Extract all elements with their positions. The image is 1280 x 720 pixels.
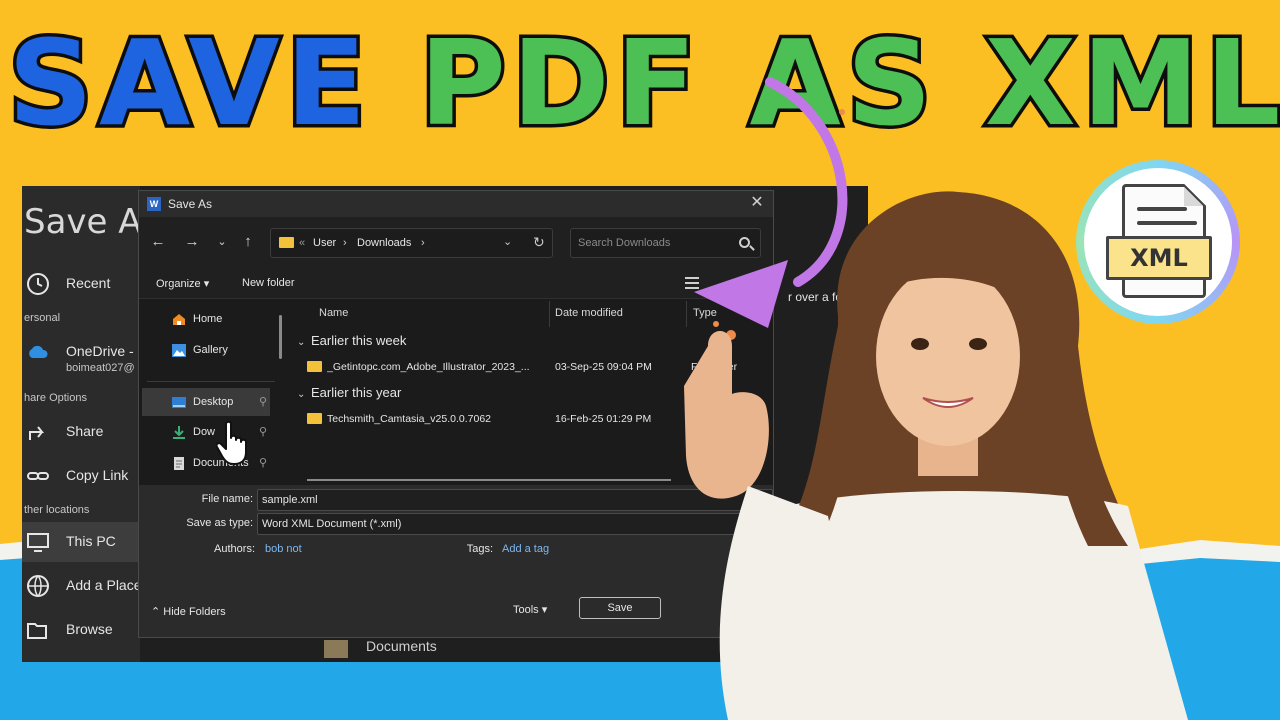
authors-value[interactable]: bob not: [265, 543, 302, 555]
add-tag-link[interactable]: Add a tag: [502, 543, 549, 555]
forward-arrow-icon[interactable]: →: [181, 231, 203, 253]
backstage-section-other: ther locations: [24, 504, 90, 516]
folder-icon: [307, 361, 322, 372]
breadcrumb-overflow[interactable]: «: [299, 237, 305, 249]
hide-folders-toggle[interactable]: ⌃ Hide Folders: [151, 605, 226, 618]
folder-icon: [307, 413, 322, 424]
backstage-browse[interactable]: Browse: [22, 610, 140, 650]
home-icon: [173, 314, 185, 325]
nav-item-desktop-label: Desktop: [193, 396, 234, 408]
cloud-icon: [29, 345, 48, 358]
nav-scrollbar[interactable]: [279, 315, 282, 359]
backstage-add-place[interactable]: Add a Place: [22, 566, 142, 606]
backstage-onedrive-label: OneDrive -: [66, 343, 134, 359]
backstage-section-share: hare Options: [24, 392, 87, 404]
chevron-right-icon: ›: [343, 237, 347, 249]
computer-icon: [27, 533, 49, 552]
gallery-icon: [172, 344, 186, 357]
group-header[interactable]: ⌄ Earlier this week: [297, 333, 406, 348]
file-name-label: File name:: [201, 493, 253, 505]
tools-menu[interactable]: Tools ▾: [513, 603, 547, 616]
backstage-browse-label: Browse: [66, 621, 113, 637]
word-app-icon: W: [147, 197, 161, 211]
tools-label: Tools: [513, 604, 539, 616]
nav-item-home-label: Home: [193, 313, 223, 325]
folder-icon: [279, 237, 294, 248]
save-as-type-label: Save as type:: [186, 517, 253, 529]
pin-icon[interactable]: ⚲: [259, 395, 267, 408]
download-icon: [173, 426, 185, 439]
save-button[interactable]: Save: [579, 597, 661, 619]
chevron-right-icon: ›: [421, 237, 425, 249]
backstage-copy-link[interactable]: Copy Link: [22, 456, 140, 496]
backstage-share[interactable]: Share: [22, 412, 140, 452]
group-label: Earlier this week: [311, 333, 407, 348]
globe-icon: [27, 575, 49, 598]
nav-item-home[interactable]: Home: [142, 305, 270, 333]
backstage-share-label: Share: [66, 423, 104, 439]
horizontal-scrollbar[interactable]: [307, 479, 671, 481]
backstage-documents-label[interactable]: Documents: [366, 638, 437, 654]
file-date: 03-Sep-25 09:04 PM: [555, 361, 652, 373]
group-header[interactable]: ⌄ Earlier this year: [297, 385, 401, 400]
backstage-section-personal: ersonal: [24, 312, 61, 324]
share-icon: [29, 426, 45, 440]
nav-separator: [147, 381, 275, 382]
nav-item-gallery-label: Gallery: [193, 344, 228, 356]
headline: SAVE PDF AS XML: [4, 8, 1280, 158]
clock-icon: [27, 273, 49, 295]
up-arrow-icon[interactable]: ↑: [237, 231, 259, 253]
file-name: _Getintopc.com_Adobe_Illustrator_2023_..…: [327, 361, 530, 373]
documents-folder-icon: [324, 640, 348, 658]
dialog-title: Save As: [168, 197, 213, 211]
breadcrumb-user[interactable]: User: [313, 237, 336, 249]
headline-word-save: SAVE: [4, 11, 373, 156]
breadcrumb-downloads[interactable]: Downloads: [357, 237, 411, 249]
hide-folders-label: Hide Folders: [163, 606, 226, 618]
chevron-down-icon: ⌄: [297, 337, 306, 348]
refresh-icon[interactable]: ↻: [533, 234, 545, 251]
nav-item-desktop[interactable]: Desktop ⚲: [142, 388, 270, 416]
chevron-down-icon: ⌄: [297, 389, 306, 400]
column-separator[interactable]: [549, 301, 550, 327]
recent-locations-chevron-icon[interactable]: ⌄: [211, 231, 233, 253]
nav-item-gallery[interactable]: Gallery: [142, 336, 270, 364]
desktop-icon: [172, 397, 186, 408]
organize-menu[interactable]: Organize ▾: [156, 277, 209, 290]
file-name: Techsmith_Camtasia_v25.0.0.7062: [327, 413, 492, 425]
backstage-copy-link-label: Copy Link: [66, 467, 129, 483]
link-icon: [27, 472, 49, 480]
file-date: 16-Feb-25 01:29 PM: [555, 413, 652, 425]
address-bar[interactable]: « User › Downloads › ⌄ ↻: [270, 228, 553, 258]
dropdown-arrow-icon: ▾: [538, 604, 548, 616]
column-header-name[interactable]: Name: [319, 307, 348, 319]
backstage-recent[interactable]: Recent: [22, 264, 140, 304]
backstage-this-pc[interactable]: This PC: [22, 522, 140, 562]
hand-cursor-icon: [216, 420, 247, 465]
backstage-add-place-label: Add a Place: [66, 577, 142, 593]
address-dropdown-icon[interactable]: ⌄: [503, 235, 512, 248]
navigation-pane: Home Gallery Desktop ⚲ Dow ⚲ Documents ⚲: [139, 299, 289, 485]
presenter-thumbs-up-image: [684, 191, 1188, 720]
pin-icon[interactable]: ⚲: [259, 425, 267, 438]
backstage-this-pc-label: This PC: [66, 533, 116, 549]
group-label: Earlier this year: [311, 385, 402, 400]
backstage-recent-label: Recent: [66, 275, 111, 291]
backstage-onedrive-account: boimeat027@: [66, 362, 135, 374]
chevron-up-icon: ⌃: [151, 606, 164, 618]
column-header-date[interactable]: Date modified: [555, 307, 623, 319]
search-placeholder: Search Downloads: [578, 237, 671, 249]
authors-label: Authors:: [214, 543, 255, 555]
document-icon: [174, 457, 184, 470]
tags-label: Tags:: [466, 543, 493, 555]
new-folder-button[interactable]: New folder: [242, 277, 295, 289]
folder-open-icon: [27, 623, 47, 639]
nav-item-downloads-label: Dow: [193, 426, 216, 438]
back-arrow-icon[interactable]: ←: [147, 231, 169, 253]
pin-icon[interactable]: ⚲: [259, 456, 267, 469]
